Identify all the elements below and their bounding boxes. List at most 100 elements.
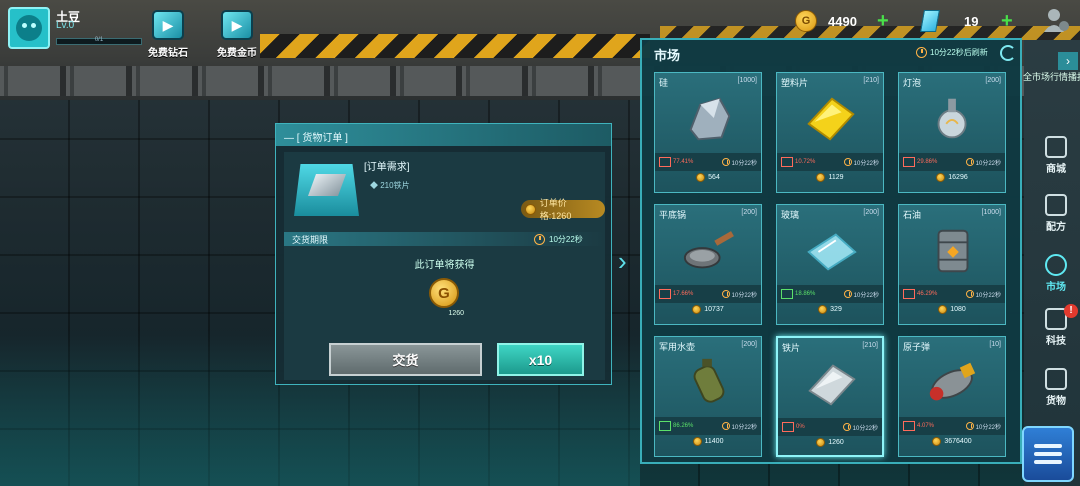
free-coin-button[interactable]: ▶ 免费金币 [207,10,267,60]
item-time: 10分22秒 [731,160,757,167]
item-time: 10分22秒 [975,160,1001,167]
cargo-icon [1045,368,1067,390]
coin-icon [525,203,536,215]
item-price-row: 3676400 [899,437,1005,446]
trend-chart-icon [659,421,671,431]
deadline-label: 交货期限 [292,235,329,245]
avatar-face-icon [16,15,42,41]
requirement-title: [订单需求] [364,162,410,173]
item-pan-icon [683,231,734,269]
item-name: 塑料片 [781,78,809,88]
sidebar-item-shop[interactable]: 商城 [1036,136,1076,180]
shop-cart-icon [1045,136,1067,158]
item-quantity: [200] [863,209,879,216]
item-stats: 4.07% 10分22秒 [899,417,1005,435]
item-time: 10分22秒 [853,160,879,167]
clock-icon [842,423,851,431]
item-price-row: 11400 [655,437,761,446]
item-name: 军用水壶 [659,342,696,352]
item-plastic-icon [807,97,855,141]
main-menu-button[interactable] [1022,426,1074,482]
item-stats: 10.72% 10分22秒 [777,153,883,171]
collapse-arrow-icon[interactable]: › [1058,52,1078,70]
item-quantity: [1000] [737,77,757,84]
sidebar-item-recipe[interactable]: 配方 [1036,194,1076,238]
item-price: 3676400 [944,438,972,445]
item-time: 10分22秒 [852,425,878,432]
video-play-icon: ▶ [152,10,184,40]
market-item-card[interactable]: 灯泡 [200] 29.86% 10分22秒 16296 [898,72,1006,193]
item-price: 1080 [950,306,966,313]
item-stats: 86.26% 10分22秒 [655,417,761,435]
trend-change: 0% [796,424,805,430]
deliver-button[interactable]: 交货 [329,343,482,376]
market-item-card[interactable]: 硅 [1000] 77.41% 10分22秒 564 [654,72,762,193]
item-quantity: [210] [863,77,879,84]
trend-change: 4.07% [917,423,935,429]
item-quantity: [210] [862,342,878,349]
sidebar-item-cargo[interactable]: 货物 [1036,368,1076,412]
item-price-row: 1260 [778,438,882,447]
trend-change: 46.29% [917,291,938,297]
clock-icon [843,158,852,166]
sidebar-label-shop: 商城 [1046,164,1066,175]
market-item-card[interactable]: 石油 [1000] 46.29% 10分22秒 1080 [898,204,1006,325]
chevron-right-icon[interactable]: › [618,246,632,276]
trend-indicator: 77.41% [659,157,693,167]
item-stats: 29.86% 10分22秒 [899,153,1005,171]
deadline-time: 10分22秒 [549,235,583,244]
market-item-card[interactable]: 军用水壶 [200] 86.26% 10分22秒 11400 [654,336,762,457]
multiplier-button[interactable]: x10 [497,343,584,376]
item-price: 10737 [704,306,724,313]
reward-value: 1260 [448,310,464,317]
free-diamond-button[interactable]: ▶ 免费钻石 [138,10,198,60]
clock-icon [965,290,974,298]
refresh-icon[interactable] [1000,45,1016,61]
trend-indicator: 86.26% [659,421,693,431]
menu-line [1034,460,1062,464]
market-item-card[interactable]: 平底锅 [200] 17.66% 10分22秒 10737 [654,204,762,325]
menu-line [1034,444,1062,448]
sidebar-label-cargo: 货物 [1046,396,1066,407]
recipe-icon [1045,194,1067,216]
clock-icon [843,290,852,298]
market-item-card[interactable]: 原子弹 [10] 4.07% 10分22秒 3676400 [898,336,1006,457]
market-item-card[interactable]: 玻璃 [200] 18.86% 10分22秒 329 [776,204,884,325]
item-price-row: 1080 [899,305,1005,314]
reward-coin: G 1260 [424,278,464,322]
order-price-badge: 订单价格:1260 [521,198,605,221]
order-price: 订单价格:1260 [539,198,572,221]
item-name: 硅 [659,78,669,88]
trend-chart-icon [659,289,671,299]
trend-chart-icon [903,421,915,431]
trend-change: 17.66% [673,291,694,297]
add-coin-button[interactable]: + [877,11,889,31]
player-level: Lv.0 [56,20,75,31]
item-price: 16296 [948,174,968,181]
trend-chart-icon [659,157,671,167]
item-quantity: [200] [741,209,757,216]
item-plate-icon [808,364,856,406]
trend-change: 86.26% [673,423,694,429]
item-stats: 18.86% 10分22秒 [777,285,883,303]
item-stats: 46.29% 10分22秒 [899,285,1005,303]
sidebar-item-market[interactable]: 市场 [1036,254,1076,298]
item-price-row: 329 [777,305,883,314]
trend-change: 18.86% [795,291,816,297]
add-gem-button[interactable]: + [1001,11,1013,31]
sidebar-label-tech: 科技 [1046,336,1066,347]
market-title: 市场 [654,48,681,63]
trend-change: 10.72% [795,159,816,165]
user-settings-icon[interactable] [1042,6,1070,34]
item-price-row: 16296 [899,173,1005,182]
player-avatar[interactable] [8,7,50,49]
item-quantity: [200] [741,341,757,348]
coin-icon: G [795,10,817,32]
market-item-card[interactable]: 塑料片 [210] 10.72% 10分22秒 1129 [776,72,884,193]
coin-icon [936,173,946,182]
item-name: 铁片 [782,343,801,353]
sidebar-item-tech[interactable]: 科技 ! [1036,304,1078,352]
market-item-card[interactable]: 铁片 [210] 0% 10分22秒 1260 [776,336,884,457]
clock-icon [534,234,545,245]
reward-label: 此订单将获得 [414,260,475,271]
